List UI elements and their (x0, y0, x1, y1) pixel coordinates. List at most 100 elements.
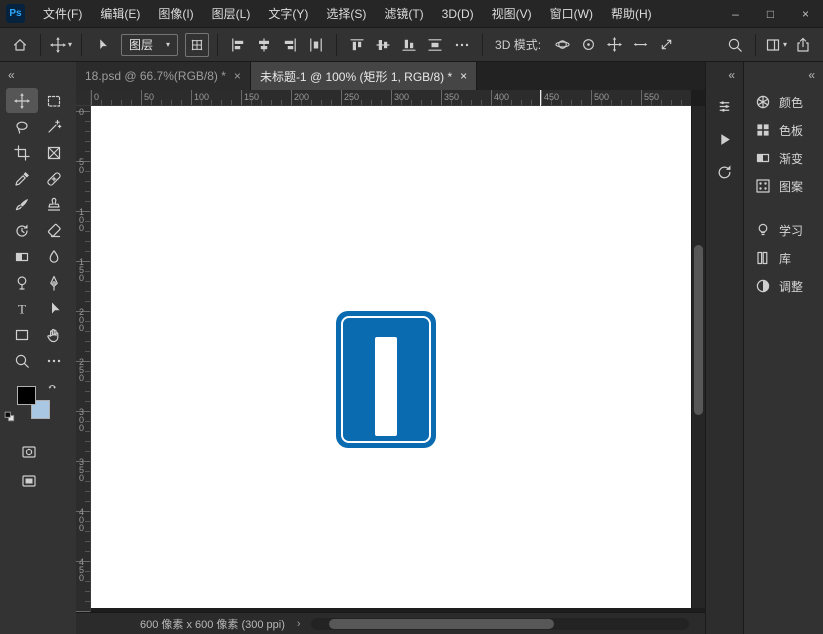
align-middle-icon (376, 39, 390, 50)
marquee-tool[interactable] (38, 88, 70, 113)
panel-label: 色板 (779, 123, 804, 138)
horizontal-scrollbar-thumb[interactable] (328, 618, 554, 629)
more-align-options-button[interactable] (450, 33, 474, 57)
move-tool[interactable] (6, 88, 38, 113)
blue-sign-shape[interactable] (336, 311, 436, 448)
show-transform-controls-button[interactable] (185, 32, 210, 57)
3d-orbit-button[interactable] (550, 33, 574, 57)
3d-roll-button[interactable] (576, 33, 600, 57)
pen-tool[interactable] (38, 270, 70, 295)
hand-tool[interactable] (38, 322, 70, 347)
panel-gradient[interactable]: 渐变 (744, 144, 823, 172)
vertical-scrollbar[interactable] (691, 106, 705, 608)
3d-slide-icon (633, 43, 647, 46)
3d-slide-button[interactable] (628, 33, 652, 57)
canvas[interactable] (91, 106, 691, 608)
foreground-color-chip[interactable] (17, 386, 36, 405)
panel-label: 渐变 (779, 151, 804, 166)
crop-tool[interactable] (6, 140, 38, 165)
minimize-button[interactable]: – (718, 0, 753, 27)
menu-item[interactable]: 文件(F) (34, 0, 91, 28)
pattern-icon (756, 179, 770, 193)
menu-item[interactable]: 编辑(E) (91, 0, 149, 28)
panel-color[interactable]: 颜色 (744, 88, 823, 116)
align-center-h-button[interactable] (252, 33, 276, 57)
lasso-tool[interactable] (6, 114, 38, 139)
expand-panels-icon[interactable]: « (728, 68, 735, 82)
default-colors-icon[interactable] (4, 410, 16, 428)
panel-swatches[interactable]: 色板 (744, 116, 823, 144)
align-right-button[interactable] (278, 33, 302, 57)
history-brush-tool[interactable] (6, 218, 38, 243)
expand-panels-icon[interactable]: « (808, 68, 815, 82)
maximize-button[interactable]: □ (753, 0, 788, 27)
frame-tool[interactable] (38, 140, 70, 165)
gradient-tool[interactable] (6, 244, 38, 269)
menu-item[interactable]: 图像(I) (149, 0, 202, 28)
horizontal-scrollbar[interactable] (310, 617, 689, 630)
menu-item[interactable]: 图层(L) (203, 0, 260, 28)
chevron-down-icon: ▾ (67, 40, 72, 49)
stamp-tool[interactable] (38, 192, 70, 217)
history-panel-button[interactable] (710, 157, 740, 187)
wand-tool[interactable] (38, 114, 70, 139)
document-tab[interactable]: 未标题-1 @ 100% (矩形 1, RGB/8) * × (250, 62, 478, 90)
path-select-tool[interactable] (38, 296, 70, 321)
menu-item[interactable]: 选择(S) (317, 0, 375, 28)
3d-scale-button[interactable] (654, 33, 678, 57)
share-button[interactable] (791, 33, 815, 57)
rectangle-tool[interactable] (6, 322, 38, 347)
menu-item[interactable]: 窗口(W) (541, 0, 602, 28)
menu-item[interactable]: 文字(Y) (259, 0, 317, 28)
home-button[interactable] (8, 33, 32, 57)
properties-panel-button[interactable] (710, 91, 740, 121)
eraser-tool[interactable] (38, 218, 70, 243)
distribute-v-icon (428, 38, 442, 51)
swap-colors-icon[interactable] (47, 379, 59, 397)
menu-item[interactable]: 帮助(H) (602, 0, 661, 28)
swap-colors-icon (48, 385, 56, 389)
menu-item[interactable]: 滤镜(T) (375, 0, 432, 28)
tool-preset-button[interactable]: ▾ (49, 33, 73, 57)
eyedropper-tool[interactable] (6, 166, 38, 191)
panel-pattern[interactable]: 图案 (744, 172, 823, 200)
tab-close-icon[interactable]: × (460, 69, 467, 83)
type-tool[interactable]: T (6, 296, 38, 321)
document-size-status: 600 像素 x 600 像素 (300 ppi) (140, 618, 285, 631)
tab-close-icon[interactable]: × (234, 69, 241, 83)
panel-learn[interactable]: 学习 (744, 216, 823, 244)
align-top-button[interactable] (345, 33, 369, 57)
more-tool[interactable] (38, 348, 70, 373)
align-left-button[interactable] (226, 33, 250, 57)
zoom-tool[interactable] (6, 348, 38, 373)
panel-library[interactable]: 库 (744, 244, 823, 272)
menu-item[interactable]: 视图(V) (483, 0, 541, 28)
align-group-horizontal (226, 33, 328, 57)
dodge-tool[interactable] (6, 270, 38, 295)
workspace-button[interactable]: ▾ (764, 33, 788, 57)
collapse-tools-icon[interactable]: « (8, 68, 15, 82)
auto-select-button[interactable] (90, 33, 114, 57)
3d-pan-button[interactable] (602, 33, 626, 57)
close-button[interactable]: × (788, 0, 823, 27)
brush-tool[interactable] (6, 192, 38, 217)
ruler-number: 550 (644, 92, 660, 102)
panel-groups: 颜色色板渐变图案学习库调整 (744, 88, 823, 300)
align-middle-button[interactable] (371, 33, 395, 57)
blur-tool[interactable] (38, 244, 70, 269)
screen-mode-button[interactable] (13, 468, 45, 493)
distribute-h-button[interactable] (304, 33, 328, 57)
auto-select-dropdown[interactable]: 图层 ▾ (121, 33, 179, 56)
panel-group: 学习库调整 (744, 216, 823, 300)
align-bottom-button[interactable] (397, 33, 421, 57)
distribute-v-button[interactable] (423, 33, 447, 57)
vertical-scrollbar-thumb[interactable] (694, 245, 703, 415)
document-tab[interactable]: 18.psd @ 66.7%(RGB/8) * × (76, 62, 251, 90)
search-button[interactable] (723, 33, 747, 57)
quick-mask-button[interactable] (13, 439, 45, 464)
play-panel-button[interactable] (710, 124, 740, 154)
status-chevron-icon[interactable]: › (297, 618, 301, 630)
healing-tool[interactable] (38, 166, 70, 191)
menu-item[interactable]: 3D(D) (433, 0, 483, 28)
panel-adjust[interactable]: 调整 (744, 272, 823, 300)
